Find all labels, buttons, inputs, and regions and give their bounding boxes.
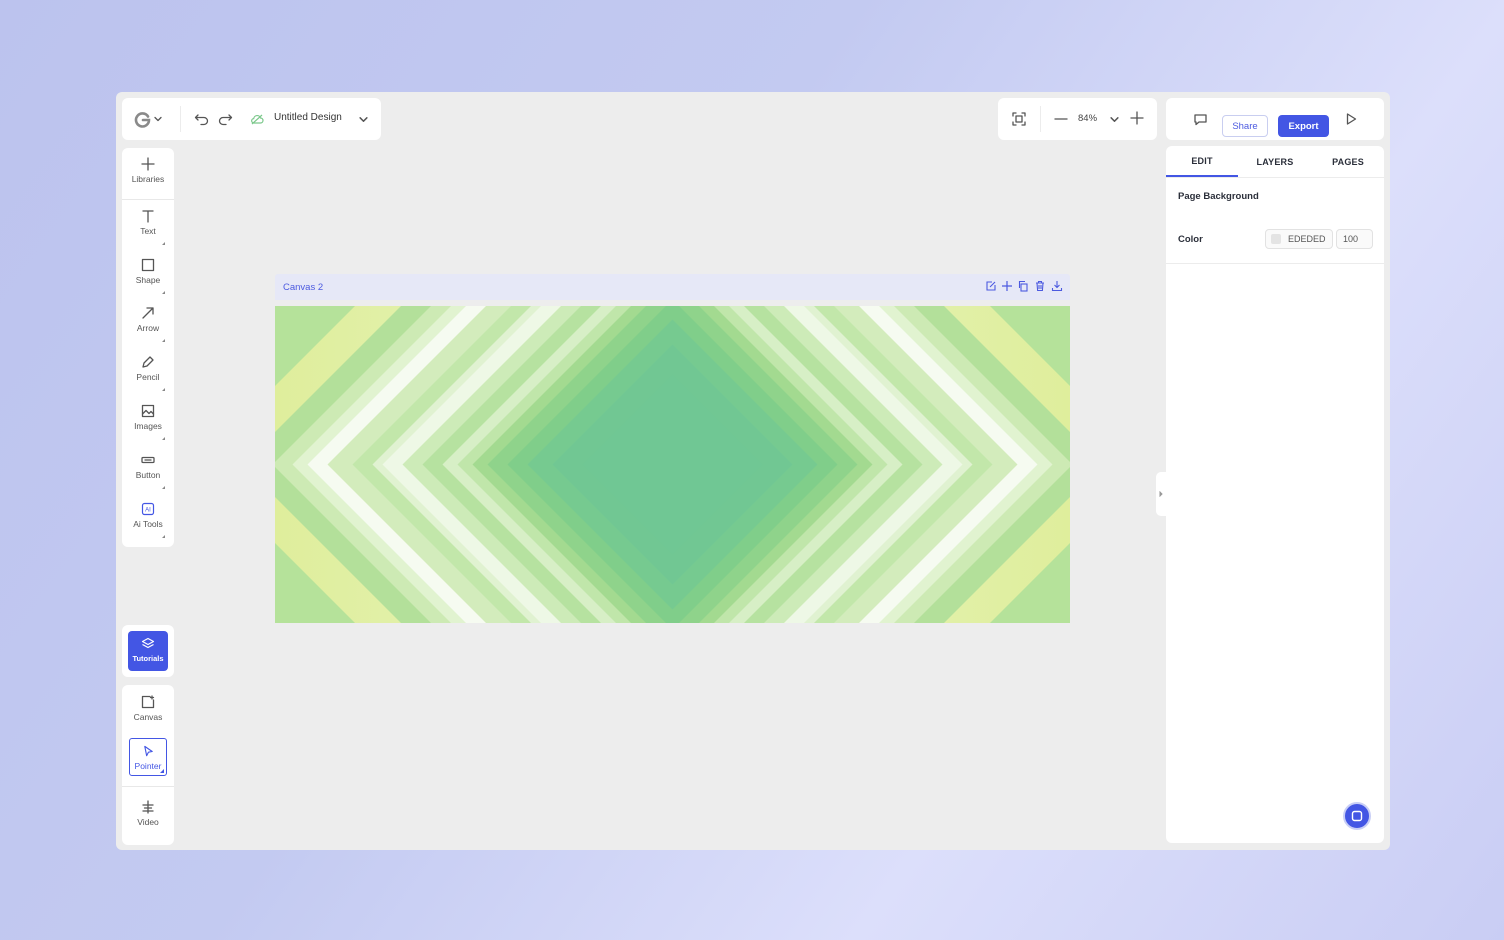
- cloud-saved-icon: [251, 114, 264, 125]
- tab-edit[interactable]: EDIT: [1166, 146, 1238, 177]
- ai-icon: AI: [141, 502, 155, 516]
- chat-support-button[interactable]: [1343, 802, 1371, 830]
- tool-label: Pointer: [134, 761, 162, 771]
- undo-icon[interactable]: [194, 111, 210, 127]
- tool-label: Ai Tools: [133, 519, 163, 529]
- top-right-bar: Share Export: [1166, 98, 1384, 140]
- tool-canvas[interactable]: Canvas: [122, 695, 174, 731]
- chevron-right-icon: [1159, 491, 1163, 497]
- tool-label: Text: [140, 226, 156, 236]
- tool-label: Libraries: [131, 174, 165, 184]
- pointer-icon: [143, 745, 153, 757]
- tutorials-button[interactable]: Tutorials: [128, 631, 168, 671]
- tool-video[interactable]: Video: [122, 800, 174, 836]
- image-icon: [141, 404, 155, 418]
- svg-text:AI: AI: [145, 508, 151, 514]
- tool-button[interactable]: Button: [122, 453, 174, 493]
- tool-label: Pencil: [136, 372, 160, 382]
- tool-pencil[interactable]: Pencil: [122, 355, 174, 395]
- duplicate-icon[interactable]: [1017, 280, 1029, 292]
- color-label: Color: [1178, 234, 1203, 245]
- tab-pages[interactable]: PAGES: [1312, 146, 1384, 177]
- opacity-value: 100: [1343, 234, 1359, 244]
- redo-icon[interactable]: [217, 111, 233, 127]
- color-swatch[interactable]: [1271, 234, 1281, 244]
- chevron-down-icon[interactable]: [1110, 115, 1119, 124]
- tab-label: EDIT: [1191, 155, 1213, 166]
- tool-text[interactable]: Text: [122, 209, 174, 249]
- chevron-down-icon[interactable]: [359, 115, 368, 124]
- design-name[interactable]: Untitled Design: [274, 112, 342, 123]
- color-hex-field[interactable]: EDEDED: [1265, 229, 1333, 249]
- canvas-name[interactable]: Canvas 2: [283, 282, 323, 293]
- fit-screen-icon[interactable]: [1011, 111, 1027, 127]
- mode-toolbar: Canvas Pointer Video: [122, 685, 174, 845]
- tool-pointer[interactable]: Pointer: [129, 738, 167, 776]
- chevron-down-icon: [154, 116, 162, 122]
- logo-icon: [134, 111, 151, 128]
- comment-icon[interactable]: [1193, 112, 1208, 127]
- diamond-gradient-art: [275, 306, 1070, 623]
- trash-icon[interactable]: [1034, 280, 1046, 292]
- tool-libraries[interactable]: Libraries: [122, 157, 174, 197]
- tab-layers[interactable]: LAYERS: [1238, 146, 1312, 177]
- video-icon: [142, 800, 154, 814]
- opacity-field[interactable]: 100: [1336, 229, 1373, 249]
- canvas-artwork[interactable]: [275, 306, 1070, 623]
- text-icon: [142, 210, 154, 223]
- tool-label: Canvas: [133, 712, 163, 722]
- color-hex-value: EDEDED: [1288, 234, 1326, 244]
- plus-icon[interactable]: [1001, 280, 1013, 292]
- tool-label: Arrow: [136, 323, 160, 333]
- tool-shape[interactable]: Shape: [122, 258, 174, 298]
- tool-arrow[interactable]: Arrow: [122, 306, 174, 346]
- edit-icon[interactable]: [985, 280, 997, 292]
- zoom-level[interactable]: 84%: [1078, 113, 1097, 124]
- tool-label: Shape: [135, 275, 161, 285]
- canvas-icon: [141, 695, 155, 709]
- left-toolbar: Libraries Text Shape Arrow Pencil Images…: [122, 148, 174, 547]
- section-title: Page Background: [1178, 191, 1259, 202]
- zoom-in-icon[interactable]: [1130, 111, 1144, 125]
- play-icon[interactable]: [1344, 112, 1358, 126]
- tool-label: Button: [135, 470, 161, 480]
- logo-menu[interactable]: [134, 110, 168, 128]
- pencil-icon: [142, 356, 154, 368]
- tool-ai-tools[interactable]: AI Ai Tools: [122, 502, 174, 542]
- tool-label: Video: [137, 817, 159, 827]
- chat-icon: [1351, 810, 1363, 822]
- tab-label: LAYERS: [1256, 156, 1294, 167]
- canvas-header[interactable]: Canvas 2: [275, 274, 1070, 300]
- zoom-bar: 84%: [998, 98, 1157, 140]
- app-window: Untitled Design 84% Share Export Librari…: [116, 92, 1390, 850]
- right-panel: EDIT LAYERS PAGES Page Background Color …: [1166, 146, 1384, 843]
- download-icon[interactable]: [1051, 280, 1063, 292]
- share-button[interactable]: Share: [1222, 115, 1268, 137]
- export-button[interactable]: Export: [1278, 115, 1329, 137]
- tab-label: PAGES: [1332, 156, 1364, 167]
- top-left-bar: Untitled Design: [122, 98, 381, 140]
- tutorials-panel: Tutorials: [122, 625, 174, 677]
- tool-label: Images: [134, 421, 162, 431]
- plus-icon: [141, 157, 155, 171]
- layers-icon: [141, 637, 155, 649]
- button-icon: [141, 456, 155, 464]
- tutorials-label: Tutorials: [132, 654, 164, 663]
- tool-images[interactable]: Images: [122, 404, 174, 444]
- arrow-icon: [142, 307, 154, 319]
- collapse-panel-handle[interactable]: [1156, 472, 1166, 516]
- zoom-out-icon[interactable]: [1054, 112, 1068, 126]
- square-icon: [141, 258, 155, 272]
